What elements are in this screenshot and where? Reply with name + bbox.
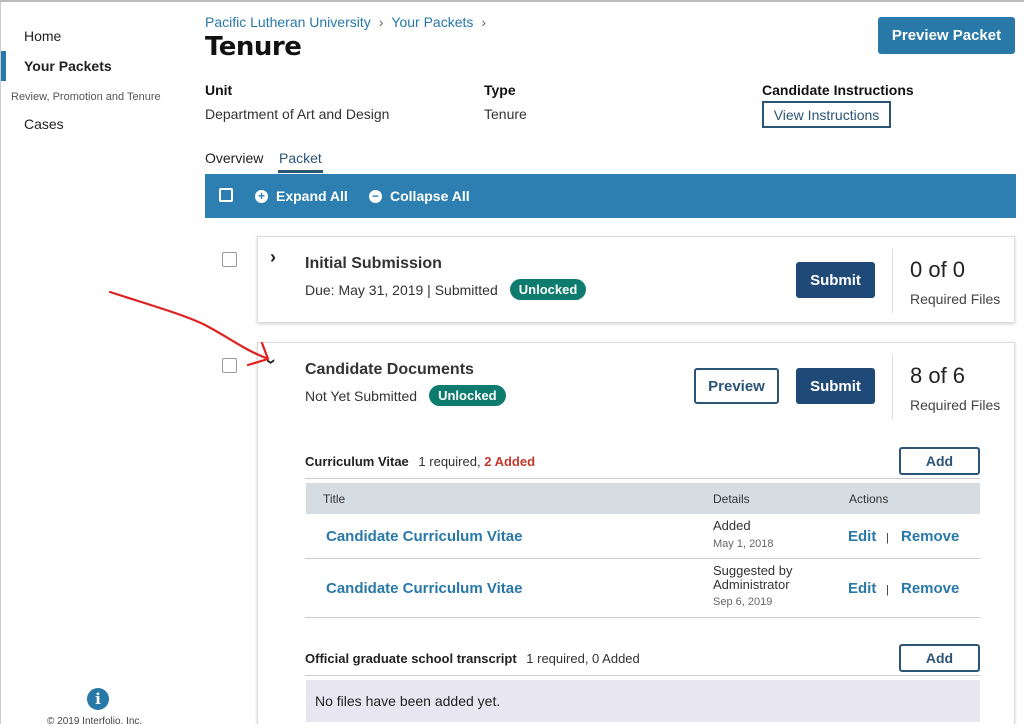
divider: [892, 355, 893, 419]
file-title-link[interactable]: Candidate Curriculum Vitae: [326, 528, 522, 545]
submit-button[interactable]: Submit: [796, 368, 875, 404]
status-badge: Unlocked: [429, 385, 506, 406]
chevron-right-icon: ›: [378, 14, 384, 30]
breadcrumb: Pacific Lutheran University › Your Packets…: [205, 14, 494, 30]
select-all-checkbox[interactable]: [219, 188, 233, 202]
divider: [305, 558, 980, 559]
preview-button[interactable]: Preview: [694, 368, 779, 404]
subsection-required: 1 required,: [418, 454, 481, 469]
sidebar-section-heading: Review, Promotion and Tenure: [11, 91, 161, 103]
preview-packet-button[interactable]: Preview Packet: [878, 17, 1015, 54]
required-files-count: 0 of 0: [910, 257, 966, 282]
expand-all-button[interactable]: + Expand All: [255, 188, 348, 204]
tab-packet[interactable]: Packet: [279, 150, 322, 166]
divider: [892, 249, 893, 313]
section-status: Due: May 31, 2019 | Submitted Unlocked: [305, 279, 587, 300]
sidebar-item-cases[interactable]: Cases: [24, 116, 64, 132]
tab-active-underline: [278, 170, 323, 173]
required-files-count: 8 of 6: [910, 363, 966, 388]
subsection-required: 1 required, 0 Added: [526, 651, 640, 666]
status-badge: Unlocked: [509, 279, 587, 300]
view-instructions-button[interactable]: View Instructions: [762, 101, 891, 128]
minus-circle-icon: −: [369, 189, 382, 203]
subsection-name: Curriculum Vitae: [305, 454, 409, 469]
column-header-details: Details: [713, 492, 750, 506]
empty-files-text: No files have been added yet.: [315, 693, 501, 709]
chevron-down-icon[interactable]: ›: [261, 359, 282, 365]
remove-link[interactable]: Remove: [901, 580, 959, 597]
plus-circle-icon: +: [255, 189, 268, 203]
section-status: Not Yet Submitted Unlocked: [305, 385, 506, 406]
remove-link[interactable]: Remove: [901, 528, 959, 545]
collapse-all-label: Collapse All: [390, 188, 470, 204]
divider: [305, 478, 980, 479]
file-detail-line2: Administrator: [713, 577, 790, 592]
sidebar-item-home[interactable]: Home: [24, 28, 61, 44]
sidebar-item-your-packets[interactable]: Your Packets: [24, 58, 112, 74]
file-detail: Added: [713, 518, 751, 533]
packet-toolbar: + Expand All − Collapse All: [205, 174, 1016, 218]
type-value: Tenure: [484, 106, 527, 122]
copyright-text: © 2019 Interfolio, Inc.: [47, 716, 143, 724]
divider: [305, 675, 980, 676]
column-header-title: Title: [323, 492, 346, 506]
subsection-title-transcript: Official graduate school transcript 1 re…: [305, 651, 640, 666]
action-separator: |: [886, 584, 889, 596]
divider: [305, 617, 980, 618]
section-title: Initial Submission: [305, 255, 442, 272]
main-content: Pacific Lutheran University › Your Packets…: [190, 2, 1024, 724]
add-transcript-button[interactable]: Add: [899, 644, 980, 672]
required-files-label: Required Files: [910, 397, 1001, 413]
subsection-added-count: 2 Added: [484, 454, 536, 469]
tab-overview[interactable]: Overview: [205, 150, 263, 166]
edit-link[interactable]: Edit: [848, 528, 876, 545]
page-title: Tenure: [205, 32, 302, 62]
section-card-candidate-documents: › Candidate Documents Not Yet Submitted …: [257, 342, 1015, 724]
section-checkbox-initial-submission[interactable]: [222, 252, 237, 267]
section-card-initial-submission: › Initial Submission Due: May 31, 2019 |…: [257, 236, 1015, 323]
file-title-link[interactable]: Candidate Curriculum Vitae: [326, 580, 522, 597]
column-header-actions: Actions: [849, 492, 889, 506]
chevron-right-icon[interactable]: ›: [270, 247, 276, 268]
section-status-text: Not Yet Submitted: [305, 387, 418, 404]
section-status-text: Due: May 31, 2019 | Submitted: [305, 281, 498, 298]
file-date: Sep 6, 2019: [713, 596, 773, 608]
file-detail-line1: Suggested by: [713, 563, 793, 578]
subsection-name: Official graduate school transcript: [305, 651, 517, 666]
info-icon[interactable]: i: [87, 688, 109, 710]
add-cv-button[interactable]: Add: [899, 447, 980, 475]
section-checkbox-candidate-documents[interactable]: [222, 358, 237, 373]
edit-link[interactable]: Edit: [848, 580, 876, 597]
unit-label: Unit: [205, 82, 233, 98]
expand-all-label: Expand All: [276, 188, 348, 204]
file-date: May 1, 2018: [713, 538, 774, 550]
empty-files-message: No files have been added yet.: [306, 680, 980, 722]
required-files-label: Required Files: [910, 291, 1001, 307]
breadcrumb-university[interactable]: Pacific Lutheran University: [205, 14, 371, 30]
type-label: Type: [484, 82, 516, 98]
submit-button[interactable]: Submit: [796, 262, 875, 298]
unit-value: Department of Art and Design: [205, 106, 390, 122]
sidebar-active-indicator: [1, 51, 6, 81]
collapse-all-button[interactable]: − Collapse All: [369, 188, 470, 204]
table-header: Title Details Actions: [306, 483, 980, 514]
sidebar: Home Your Packets Review, Promotion and …: [0, 2, 190, 724]
chevron-right-icon: ›: [481, 14, 487, 30]
section-title: Candidate Documents: [305, 361, 474, 378]
candidate-instructions-label: Candidate Instructions: [762, 82, 914, 98]
breadcrumb-your-packets[interactable]: Your Packets: [391, 14, 473, 30]
action-separator: |: [886, 532, 889, 544]
subsection-title-cv: Curriculum Vitae 1 required, 2 Added: [305, 454, 535, 469]
